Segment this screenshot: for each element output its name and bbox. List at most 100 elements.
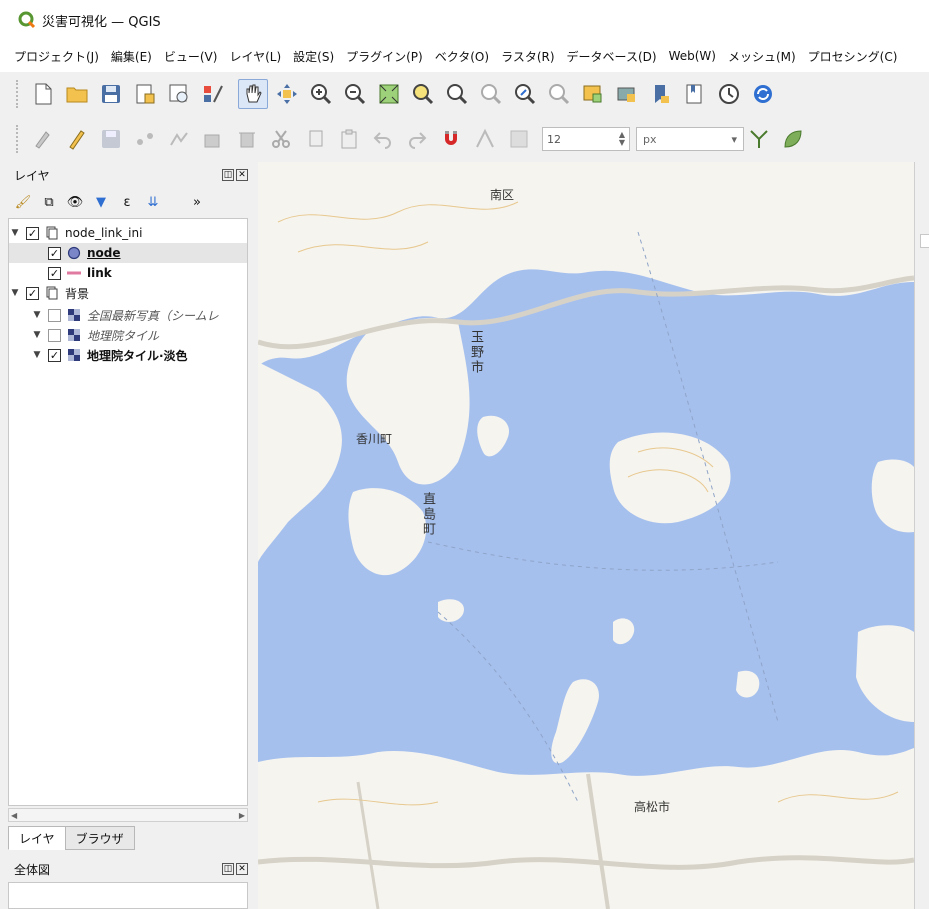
- layer-checkbox[interactable]: [48, 328, 61, 342]
- new-project-button[interactable]: [28, 79, 58, 109]
- raster-layer-icon: [66, 327, 82, 343]
- layer-item-zenkoku-photo[interactable]: ▼ 全国最新写真（シームレ: [9, 305, 247, 325]
- tab-layers[interactable]: レイヤ: [8, 826, 66, 850]
- menu-project[interactable]: プロジェクト(J): [14, 48, 99, 65]
- save-project-button[interactable]: [96, 79, 126, 109]
- menu-layer[interactable]: レイヤ(L): [229, 48, 281, 65]
- expand-arrow-icon[interactable]: ▼: [31, 310, 43, 320]
- menu-plugins[interactable]: プラグイン(P): [346, 48, 423, 65]
- float-panel-icon[interactable]: ◫: [222, 863, 234, 875]
- layer-group-node-link-ini[interactable]: ▼ ✓ node_link_ini: [9, 223, 247, 243]
- layer-name: link: [87, 266, 112, 280]
- layer-item-chiriin-pale[interactable]: ▼ ✓ 地理院タイル·淡色: [9, 345, 247, 365]
- zoom-to-layer-button[interactable]: [442, 79, 472, 109]
- zoom-in-button[interactable]: [306, 79, 336, 109]
- menu-processing[interactable]: プロセシング(C): [808, 48, 898, 65]
- close-panel-icon[interactable]: ✕: [236, 169, 248, 181]
- float-panel-icon[interactable]: ◫: [222, 169, 234, 181]
- zoom-next-button[interactable]: [544, 79, 574, 109]
- layout-manager-icon: [169, 84, 188, 103]
- new-map-view-button[interactable]: [578, 79, 608, 109]
- redo-button[interactable]: [402, 124, 432, 154]
- collapse-arrow-icon[interactable]: ▼: [9, 228, 21, 238]
- delete-selected-button[interactable]: [232, 124, 262, 154]
- layer-item-node[interactable]: ✓ node: [9, 243, 247, 263]
- copy-icon: [309, 130, 323, 147]
- scroll-right-icon[interactable]: ▶: [239, 811, 245, 820]
- pan-to-selection-button[interactable]: [272, 79, 302, 109]
- expand-arrow-icon[interactable]: ▼: [31, 350, 43, 360]
- topological-editing-button[interactable]: [470, 124, 500, 154]
- symbol-size-spinbox[interactable]: 12 ▲ ▼: [542, 127, 630, 151]
- menu-vector[interactable]: ベクタ(O): [435, 48, 489, 65]
- layer-checkbox[interactable]: ✓: [48, 266, 61, 280]
- zoom-native-button[interactable]: [476, 79, 506, 109]
- layer-item-link[interactable]: ✓ link: [9, 263, 247, 283]
- expand-arrow-icon[interactable]: ▼: [31, 330, 43, 340]
- copy-features-button[interactable]: [300, 124, 330, 154]
- save-edits-button[interactable]: [96, 124, 126, 154]
- snapping-type-button[interactable]: [504, 124, 534, 154]
- expand-all-icon[interactable]: ⇊: [144, 193, 162, 211]
- menu-view[interactable]: ビュー(V): [164, 48, 218, 65]
- spatial-bookmarks-button[interactable]: [680, 79, 710, 109]
- layer-tree-hscrollbar[interactable]: ◀ ▶: [8, 808, 248, 822]
- menu-web[interactable]: Web(W): [669, 49, 716, 63]
- map-canvas[interactable]: 南区 玉野市 香川町 直島町 高松市: [258, 162, 914, 909]
- layer-group-haikei[interactable]: ▼ ✓ 背景: [9, 283, 247, 303]
- toggle-editing-button[interactable]: [62, 124, 92, 154]
- menu-raster[interactable]: ラスタ(R): [501, 48, 554, 65]
- undo-button[interactable]: [368, 124, 398, 154]
- trace-button[interactable]: [744, 124, 774, 154]
- snapping-button[interactable]: [436, 124, 466, 154]
- zoom-native-icon: [481, 84, 502, 105]
- refresh-button[interactable]: [748, 79, 778, 109]
- zoom-last-button[interactable]: [510, 79, 540, 109]
- menu-database[interactable]: データベース(D): [567, 48, 657, 65]
- layers-panel-title: レイヤ: [14, 168, 50, 183]
- right-dock-tab[interactable]: [920, 234, 929, 248]
- menu-edit[interactable]: 編集(E): [111, 48, 152, 65]
- add-group-icon[interactable]: ⧉: [40, 193, 58, 211]
- scroll-left-icon[interactable]: ◀: [11, 811, 17, 820]
- digitize-point-button[interactable]: [130, 124, 160, 154]
- toolbar-grip[interactable]: [16, 80, 20, 108]
- toolbar-grip-2[interactable]: [16, 125, 20, 153]
- spin-arrows-icon[interactable]: ▲ ▼: [619, 131, 625, 147]
- open-project-button[interactable]: [62, 79, 92, 109]
- layer-item-chiriin-tile[interactable]: ▼ 地理院タイル: [9, 325, 247, 345]
- style-manager-button[interactable]: [198, 79, 228, 109]
- layer-checkbox[interactable]: ✓: [26, 226, 39, 240]
- symbol-unit-select[interactable]: px ▾: [636, 127, 744, 151]
- more-tools-icon[interactable]: »: [188, 193, 206, 211]
- collapse-arrow-icon[interactable]: ▼: [9, 288, 21, 298]
- cut-features-button[interactable]: [266, 124, 296, 154]
- menu-mesh[interactable]: メッシュ(M): [728, 48, 796, 65]
- filter-funnel-icon[interactable]: ▼: [92, 193, 110, 211]
- tab-browser[interactable]: ブラウザ: [64, 826, 135, 850]
- filter-expression-icon[interactable]: ε: [118, 193, 136, 211]
- zoom-out-button[interactable]: [340, 79, 370, 109]
- zoom-to-selection-button[interactable]: [408, 79, 438, 109]
- layout-manager-button[interactable]: [164, 79, 194, 109]
- layer-checkbox[interactable]: ✓: [26, 286, 39, 300]
- shape-digitize-button[interactable]: [778, 124, 808, 154]
- overview-map[interactable]: [8, 882, 248, 909]
- new-bookmark-button[interactable]: [612, 79, 642, 109]
- temporal-controller-button[interactable]: [714, 79, 744, 109]
- layer-checkbox[interactable]: ✓: [48, 246, 61, 260]
- close-panel-icon[interactable]: ✕: [236, 863, 248, 875]
- new-print-layout-button[interactable]: [130, 79, 160, 109]
- manage-visibility-eye-icon[interactable]: 👁: [66, 193, 84, 211]
- pan-map-button[interactable]: [238, 79, 268, 109]
- paste-features-button[interactable]: [334, 124, 364, 154]
- layer-checkbox[interactable]: [48, 308, 61, 322]
- zoom-full-button[interactable]: [374, 79, 404, 109]
- current-edits-button[interactable]: [28, 124, 58, 154]
- layer-checkbox[interactable]: ✓: [48, 348, 61, 362]
- menu-settings[interactable]: 設定(S): [293, 48, 334, 65]
- digitize-line-button[interactable]: [164, 124, 194, 154]
- paint-brush-icon[interactable]: 🖌: [14, 193, 32, 211]
- vertex-tool-button[interactable]: [198, 124, 228, 154]
- show-bookmarks-button[interactable]: [646, 79, 676, 109]
